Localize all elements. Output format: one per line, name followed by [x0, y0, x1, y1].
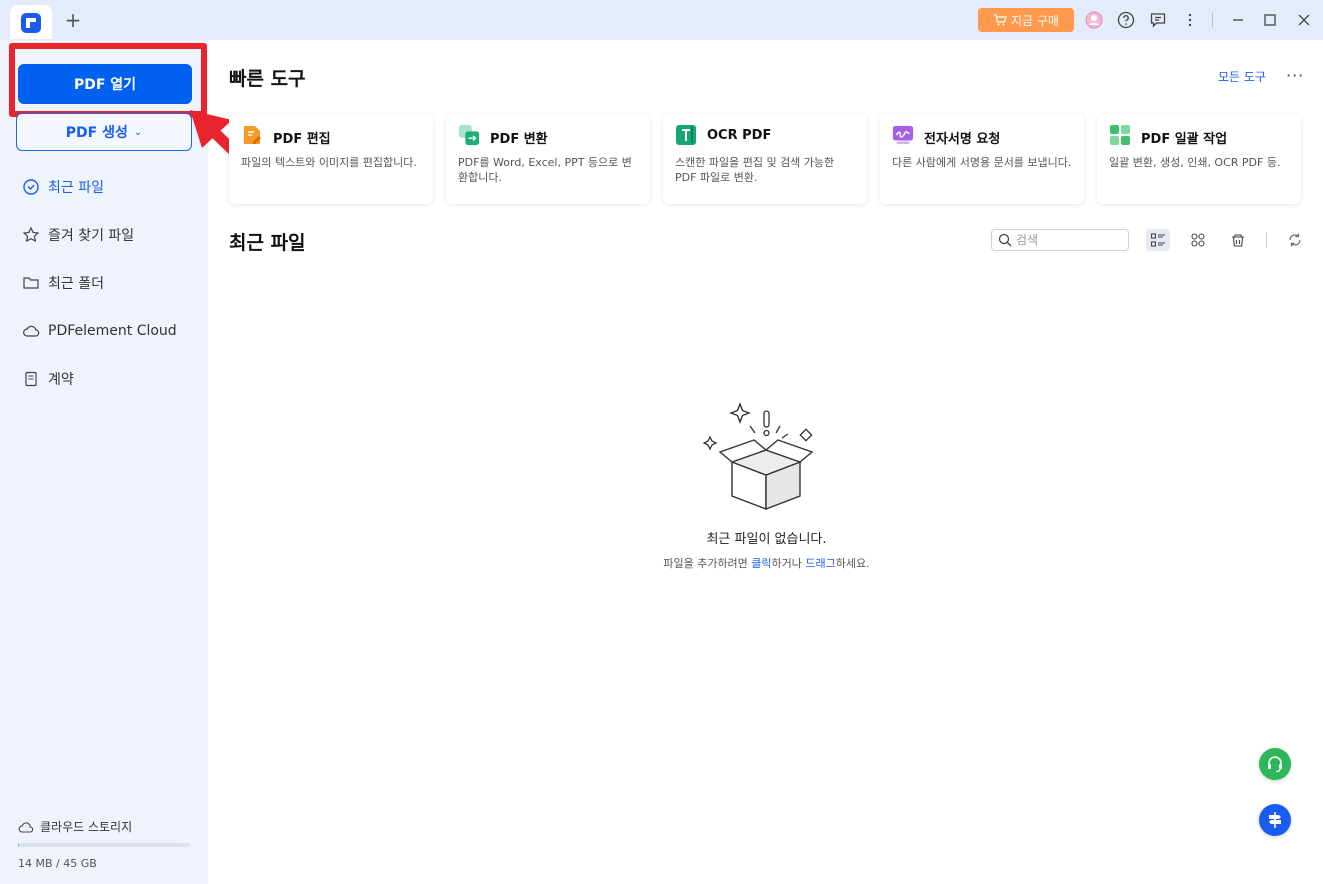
app-logo-icon — [21, 13, 41, 33]
tool-name: PDF 변환 — [490, 132, 548, 147]
tool-name: OCR PDF — [707, 128, 772, 143]
ocr-pdf-icon — [676, 125, 696, 145]
cart-icon — [994, 14, 1007, 26]
storage-progress-bar — [18, 843, 190, 847]
titlebar-divider — [1212, 12, 1213, 28]
cloud-icon — [23, 325, 40, 337]
create-pdf-button[interactable]: PDF 생성 ⌄ — [16, 113, 192, 151]
sidebar-item-label: 계약 — [48, 372, 74, 388]
create-pdf-label: PDF 생성 — [65, 125, 128, 141]
more-options-icon[interactable]: ··· — [1286, 66, 1304, 85]
click-link[interactable]: 클릭 — [751, 557, 771, 570]
cloud-storage-text: 클라우드 스토리지 — [40, 820, 133, 834]
sidebar-item-recent-folders[interactable]: 최근 폴더 — [22, 271, 202, 295]
search-box — [991, 229, 1129, 251]
menu-dots-icon[interactable] — [1180, 10, 1200, 30]
close-icon[interactable] — [1294, 10, 1314, 30]
feedback-icon[interactable] — [1148, 10, 1168, 30]
tool-description: 스캔한 파일을 편집 및 검색 가능한 PDF 파일로 변환. — [675, 156, 835, 184]
empty-state-hint: 파일을 추가하려면 클릭하거나 드래그하세요. — [560, 555, 973, 571]
esign-icon — [892, 125, 914, 145]
tool-card-edit-pdf[interactable]: PDF 편집 파일의 텍스트와 이미지를 편집합니다. — [229, 114, 433, 204]
tool-description: PDF를 Word, Excel, PPT 등으로 변환합니다. — [458, 156, 632, 184]
tool-description: 다른 사람에게 서명용 문서를 보냅니다. — [892, 156, 1072, 169]
drag-link[interactable]: 드래그 — [805, 557, 835, 570]
help-icon[interactable] — [1116, 10, 1136, 30]
add-tab-button[interactable]: + — [62, 9, 84, 31]
sidebar-item-contracts[interactable]: 계약 — [22, 367, 202, 391]
list-view-button[interactable] — [1146, 229, 1170, 251]
tool-description: 일괄 변환, 생성, 인쇄, OCR PDF 등. — [1109, 156, 1281, 169]
list-view-icon — [1150, 233, 1165, 247]
quick-tools-title: 빠른 도구 — [229, 68, 306, 90]
tool-name: PDF 일괄 작업 — [1141, 132, 1228, 147]
clock-icon — [23, 179, 39, 195]
cloud-icon — [18, 821, 34, 833]
hint-text: 파일을 추가하려면 — [663, 557, 752, 570]
tool-name: 전자서명 요청 — [924, 132, 1001, 147]
cloud-storage-label[interactable]: 클라우드 스토리지 — [18, 818, 132, 835]
all-tools-link[interactable]: 모든 도구 — [1218, 68, 1266, 85]
search-icon — [998, 233, 1012, 247]
empty-box-illustration — [702, 402, 814, 510]
home-tab[interactable] — [10, 5, 52, 39]
tool-card-convert-pdf[interactable]: PDF 변환 PDF를 Word, Excel, PPT 등으로 변환합니다. — [446, 114, 650, 204]
storage-usage: 14 MB / 45 GB — [18, 857, 97, 870]
sidebar-item-favorites[interactable]: 즐겨 찾기 파일 — [22, 223, 202, 247]
maximize-icon[interactable] — [1260, 10, 1280, 30]
tool-name: PDF 편집 — [273, 132, 331, 147]
empty-state-title: 최근 파일이 없습니다. — [706, 532, 827, 547]
document-icon — [25, 371, 37, 387]
toolbar-divider — [1266, 232, 1267, 248]
recent-files-title: 최근 파일 — [229, 232, 306, 254]
hint-text: 하거나 — [771, 557, 806, 570]
grid-view-button[interactable] — [1186, 229, 1210, 251]
minimize-icon[interactable] — [1228, 10, 1248, 30]
convert-pdf-icon — [458, 124, 480, 146]
sidebar: PDF 열기 PDF 생성 ⌄ 최근 파일 즐겨 찾기 파일 최근 폴더 PDF… — [0, 40, 208, 884]
signpost-icon — [1269, 812, 1281, 828]
refresh-icon — [1289, 233, 1301, 247]
tool-description: 파일의 텍스트와 이미지를 편집합니다. — [241, 156, 417, 169]
support-button[interactable] — [1259, 748, 1291, 780]
star-icon — [22, 226, 40, 243]
red-highlight-box — [9, 43, 207, 117]
trash-button[interactable] — [1226, 229, 1250, 251]
sidebar-item-cloud[interactable]: PDFelement Cloud — [22, 319, 202, 343]
headset-icon — [1268, 756, 1282, 773]
storage-progress-fill — [18, 843, 20, 847]
title-bar: + 지금 구매 — [0, 0, 1323, 40]
search-input[interactable] — [1016, 233, 1116, 247]
edit-pdf-icon — [244, 126, 261, 144]
avatar[interactable] — [1084, 10, 1104, 30]
hint-text: 하세요. — [835, 557, 870, 570]
tool-card-batch-pdf[interactable]: PDF 일괄 작업 일괄 변환, 생성, 인쇄, OCR PDF 등. — [1097, 114, 1301, 204]
guide-button[interactable] — [1259, 804, 1291, 836]
chevron-down-icon: ⌄ — [133, 126, 143, 138]
sidebar-item-recent-files[interactable]: 최근 파일 — [22, 175, 202, 199]
sidebar-item-label: 최근 폴더 — [48, 276, 104, 292]
tool-card-ocr-pdf[interactable]: OCR PDF 스캔한 파일을 편집 및 검색 가능한 PDF 파일로 변환. — [663, 114, 867, 204]
sidebar-item-label: 즐겨 찾기 파일 — [48, 228, 135, 244]
grid-view-icon — [1191, 233, 1205, 247]
refresh-button[interactable] — [1283, 229, 1307, 251]
tool-card-esign-request[interactable]: 전자서명 요청 다른 사람에게 서명용 문서를 보냅니다. — [880, 114, 1084, 204]
folder-icon — [23, 277, 39, 289]
batch-pdf-icon — [1110, 125, 1130, 145]
sidebar-item-label: 최근 파일 — [48, 180, 104, 196]
trash-icon — [1232, 234, 1244, 247]
sidebar-item-label: PDFelement Cloud — [48, 323, 177, 339]
buy-now-button[interactable]: 지금 구매 — [978, 8, 1074, 32]
buy-now-label: 지금 구매 — [1011, 13, 1059, 28]
